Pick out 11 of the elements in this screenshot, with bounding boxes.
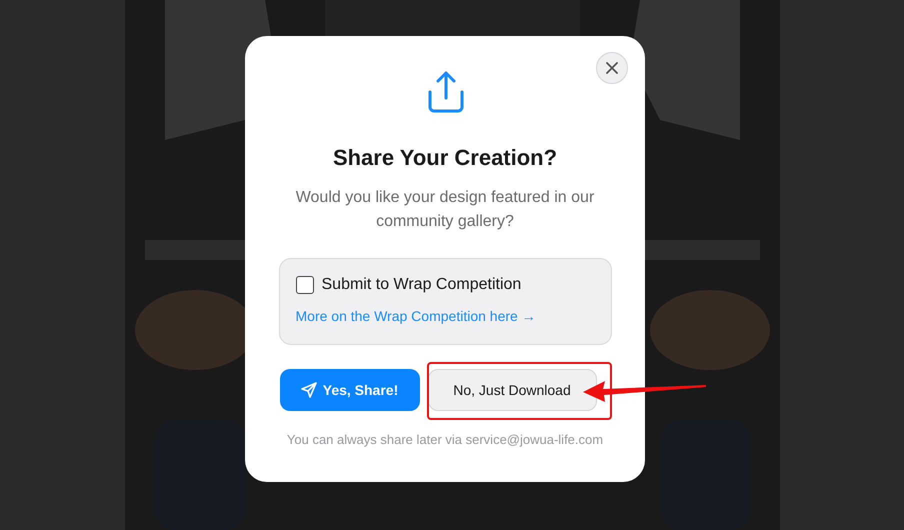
competition-checkbox[interactable]: Submit to Wrap Competition (296, 276, 522, 294)
footer-note: You can always share later via service@jowua-life.com (286, 432, 604, 447)
download-button[interactable]: No, Just Download (428, 369, 596, 411)
checkbox[interactable] (296, 276, 314, 294)
share-button[interactable]: Yes, Share! (280, 369, 420, 411)
share-icon (427, 70, 465, 114)
close-button[interactable] (596, 52, 628, 84)
dialog-title: Share Your Creation? (332, 144, 558, 172)
dialog-message: Would you like your design featured in our community gallery? (294, 188, 596, 232)
send-icon (300, 382, 317, 398)
close-icon (605, 61, 619, 75)
